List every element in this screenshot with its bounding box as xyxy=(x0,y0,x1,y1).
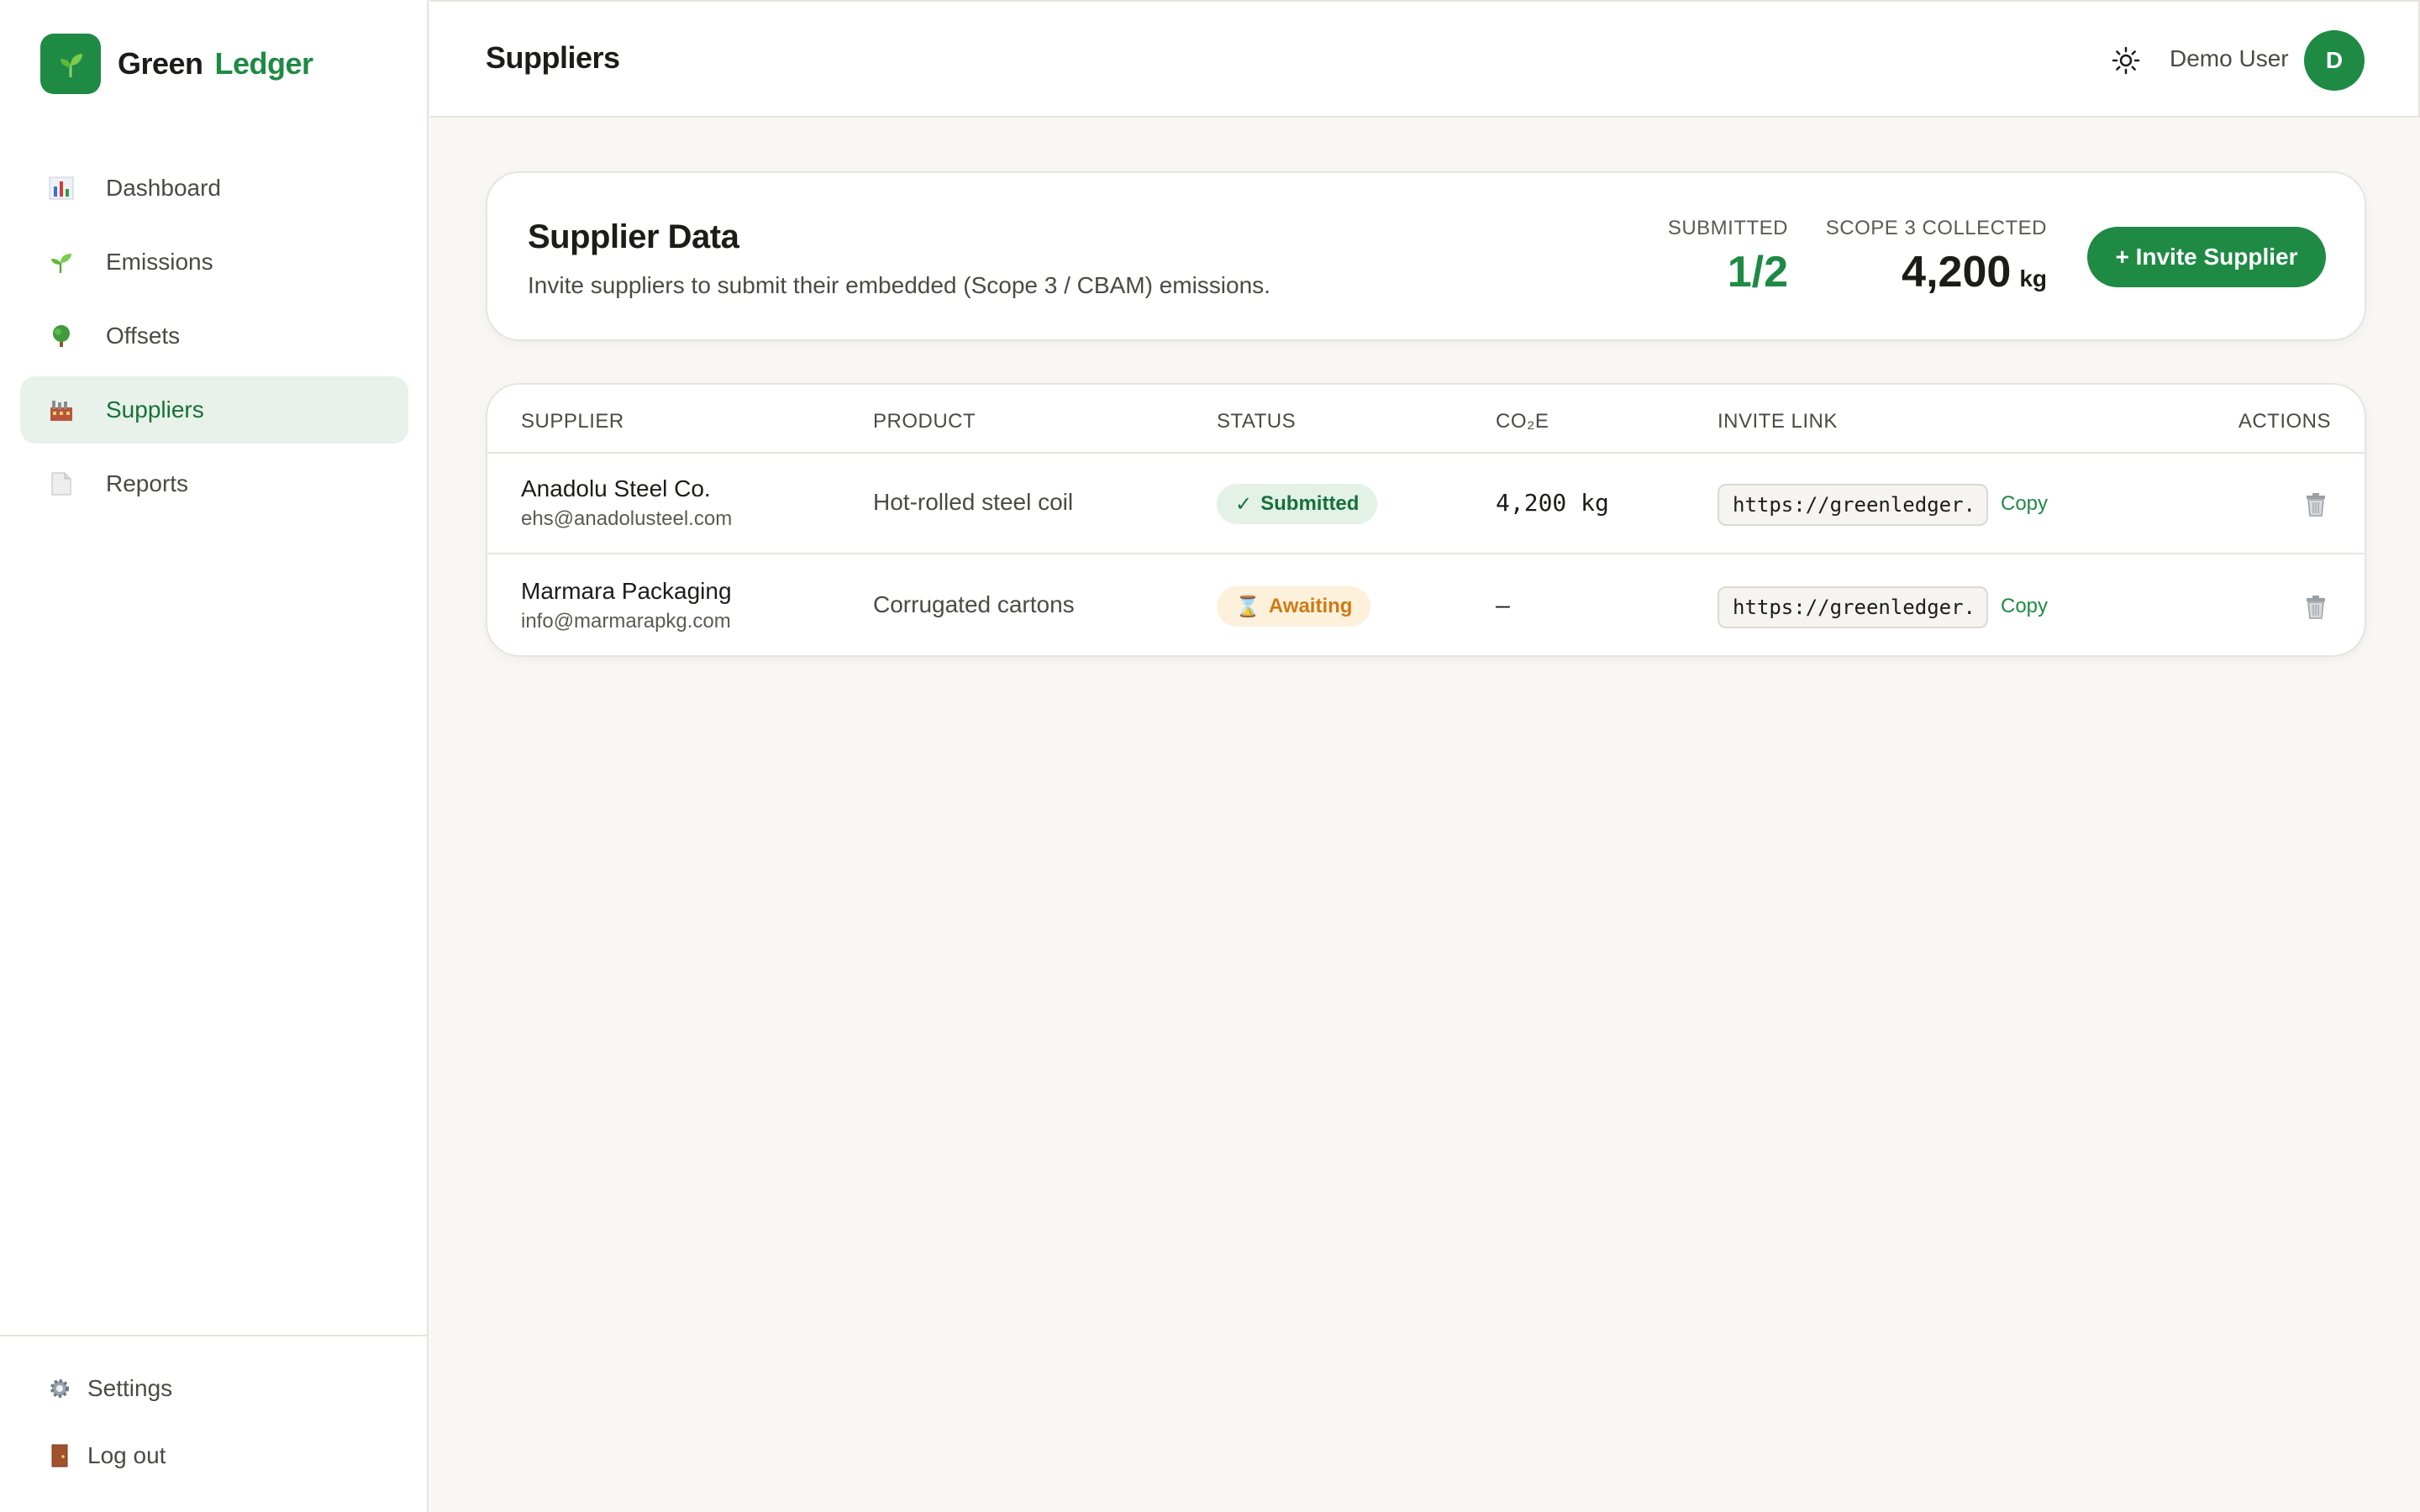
sun-icon xyxy=(2112,46,2140,75)
summary-subtitle: Invite suppliers to submit their embedde… xyxy=(528,272,1270,298)
avatar[interactable]: D xyxy=(2304,30,2365,91)
tree-icon xyxy=(47,322,76,350)
sidebar-item-label: Dashboard xyxy=(106,175,221,201)
supplier-email: info@marmarapkg.com xyxy=(521,610,731,633)
status-label: Submitted xyxy=(1260,492,1360,515)
sidebar-item-emissions[interactable]: Emissions xyxy=(20,228,408,296)
status-cell: ⌛ Awaiting xyxy=(1217,586,1371,627)
copy-link-button[interactable]: Copy xyxy=(2001,492,2048,516)
status-cell: ✓ Submitted xyxy=(1217,484,1378,524)
submitted-label: SUBMITTED xyxy=(1667,217,1788,239)
scope3-collected-label: SCOPE 3 COLLECTED xyxy=(1825,217,2047,239)
column-header-supplier: SUPPLIER xyxy=(521,410,624,433)
product-cell: Corrugated cartons xyxy=(873,591,1075,617)
invite-link-field[interactable]: https://greenledger. xyxy=(1718,586,1988,628)
page-title: Suppliers xyxy=(486,40,620,75)
collected-amount: 4,200 xyxy=(1902,248,2012,297)
submitted-value: 1/2 xyxy=(1727,248,1788,297)
gear-icon xyxy=(45,1374,74,1403)
sidebar-item-label: Reports xyxy=(106,470,189,496)
brand-word-green: Green xyxy=(118,46,203,81)
summary-title: Supplier Data xyxy=(528,218,739,255)
copy-link-button[interactable]: Copy xyxy=(2001,595,2048,618)
supplier-name: Anadolu Steel Co. xyxy=(521,475,711,501)
invite-link-cell: https://greenledger. xyxy=(1718,484,1988,526)
invite-supplier-button[interactable]: + Invite Supplier xyxy=(2087,227,2326,287)
sidebar-item-reports[interactable]: Reports xyxy=(20,450,408,517)
delete-button[interactable] xyxy=(2304,595,2328,624)
sidebar-nav: Dashboard Emissions Offsets Suppliers Re… xyxy=(20,155,408,524)
supplier-email: ehs@anadolusteel.com xyxy=(521,507,733,530)
status-label: Awaiting xyxy=(1268,595,1353,617)
door-icon xyxy=(45,1441,74,1470)
co2e-cell: — xyxy=(1496,591,1510,619)
supplier-name: Marmara Packaging xyxy=(521,578,732,604)
supplier-cell: Anadolu Steel Co. ehs@anadolusteel.com xyxy=(521,475,732,531)
submitted-stat: SUBMITTED 1/2 xyxy=(1668,217,1788,297)
trash-icon xyxy=(2307,493,2325,517)
supplier-summary-card: Supplier Data Invite suppliers to submit… xyxy=(486,171,2366,341)
seedling-logo-icon xyxy=(40,34,101,94)
suppliers-table: SUPPLIER PRODUCT STATUS CO₂E INVITE LINK… xyxy=(486,383,2366,657)
settings-link[interactable]: Settings xyxy=(0,1355,427,1422)
top-bar: Suppliers Demo User D xyxy=(430,0,2420,118)
table-row: Marmara Packaging info@marmarapkg.com Co… xyxy=(487,556,2365,655)
hourglass-icon: ⌛ xyxy=(1235,595,1260,618)
user-name[interactable]: Demo User xyxy=(2170,45,2289,72)
settings-label: Settings xyxy=(87,1375,173,1401)
column-header-co2e: CO₂E xyxy=(1496,410,1549,433)
sidebar-item-label: Emissions xyxy=(106,249,213,275)
collected-unit: kg xyxy=(2019,265,2047,291)
product-cell: Hot-rolled steel coil xyxy=(873,489,1074,515)
bar-chart-icon xyxy=(47,174,76,202)
sidebar-item-label: Offsets xyxy=(106,323,181,349)
invite-link-field[interactable]: https://greenledger. xyxy=(1718,484,1988,526)
brand-word-ledger: Ledger xyxy=(214,46,314,81)
delete-button[interactable] xyxy=(2304,492,2328,522)
co2e-cell: 4,200 kg xyxy=(1496,489,1609,517)
brand-name: Green Ledger xyxy=(118,46,313,81)
supplier-cell: Marmara Packaging info@marmarapkg.com xyxy=(521,578,732,633)
status-badge: ✓ Submitted xyxy=(1217,484,1378,524)
column-header-invite-link: INVITE LINK xyxy=(1718,410,1838,433)
table-header: SUPPLIER PRODUCT STATUS CO₂E INVITE LINK… xyxy=(487,385,2365,454)
theme-toggle-button[interactable] xyxy=(2107,42,2144,79)
document-icon xyxy=(47,470,76,498)
seedling-icon xyxy=(47,248,76,276)
sidebar-item-offsets[interactable]: Offsets xyxy=(20,302,408,370)
trash-icon xyxy=(2307,596,2325,619)
table-row: Anadolu Steel Co. ehs@anadolusteel.com H… xyxy=(487,454,2365,554)
sidebar-footer: Settings Log out xyxy=(0,1335,427,1489)
sidebar-item-dashboard[interactable]: Dashboard xyxy=(20,155,408,222)
sidebar-item-suppliers[interactable]: Suppliers xyxy=(20,376,408,444)
factory-icon xyxy=(47,396,76,424)
logout-label: Log out xyxy=(87,1442,166,1468)
brand[interactable]: Green Ledger xyxy=(40,32,313,96)
scope3-collected-stat: SCOPE 3 COLLECTED 4,200 kg xyxy=(1826,217,2047,297)
column-header-status: STATUS xyxy=(1217,410,1297,433)
sidebar-item-label: Suppliers xyxy=(106,396,204,423)
column-header-product: PRODUCT xyxy=(873,410,976,433)
column-header-actions: ACTIONS xyxy=(2238,410,2331,433)
check-icon: ✓ xyxy=(1235,492,1253,516)
logout-link[interactable]: Log out xyxy=(0,1422,427,1489)
invite-link-cell: https://greenledger. xyxy=(1718,586,1988,628)
scope3-collected-value: 4,200 kg xyxy=(1826,247,2047,297)
sidebar: Green Ledger Dashboard Emissions Offsets xyxy=(0,0,429,1512)
status-badge: ⌛ Awaiting xyxy=(1217,586,1371,627)
